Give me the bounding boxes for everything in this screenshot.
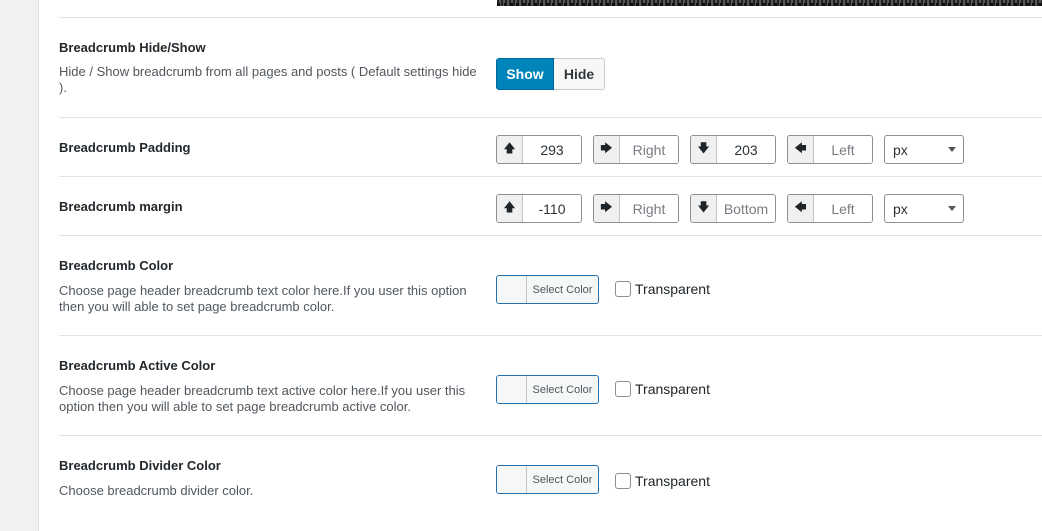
padding-bottom-input[interactable] [717, 136, 775, 163]
arrow-up-icon: 🡅 [497, 136, 523, 163]
margin-left-input-group: 🡄 [787, 194, 873, 223]
breadcrumb-color-row: Breadcrumb Color Choose page header brea… [59, 235, 1042, 335]
hide-show-title: Breadcrumb Hide/Show [59, 40, 206, 55]
arrow-up-icon: 🡅 [497, 195, 523, 222]
color-select-button[interactable]: Select Color [496, 275, 599, 304]
margin-left-input[interactable] [814, 195, 872, 222]
divider-color-select-button[interactable]: Select Color [496, 465, 599, 494]
color-select-label: Select Color [532, 283, 593, 296]
margin-top-input[interactable] [523, 195, 581, 222]
padding-top-input-group: 🡅 [496, 135, 582, 164]
hide-button[interactable]: Hide [554, 58, 605, 90]
active-color-swatch [497, 376, 527, 403]
margin-right-input[interactable] [620, 195, 678, 222]
color-transparent-checkbox[interactable] [615, 281, 631, 297]
chevron-down-icon [948, 206, 956, 211]
color-description: Choose page header breadcrumb text color… [59, 283, 467, 314]
arrow-right-icon: 🡆 [594, 195, 620, 222]
padding-left-input[interactable] [814, 136, 872, 163]
divider-color-swatch [497, 466, 527, 493]
arrow-down-icon: 🡇 [691, 195, 717, 222]
margin-unit-value: px [893, 200, 908, 217]
active-color-select-button[interactable]: Select Color [496, 375, 599, 404]
breadcrumb-margin-row: Breadcrumb margin 🡅 🡆 🡇 🡄 px [59, 176, 1042, 235]
active-color-title: Breadcrumb Active Color [59, 358, 216, 373]
divider-color-transparent-label: Transparent [635, 473, 710, 489]
color-swatch [497, 276, 527, 303]
arrow-down-icon: 🡇 [691, 136, 717, 163]
color-transparent-label: Transparent [635, 281, 710, 297]
margin-right-input-group: 🡆 [593, 194, 679, 223]
active-color-transparent-label: Transparent [635, 381, 710, 397]
margin-title: Breadcrumb margin [59, 199, 183, 214]
breadcrumb-active-color-row: Breadcrumb Active Color Choose page head… [59, 335, 1042, 435]
hide-show-toggle: Show Hide [496, 58, 605, 90]
admin-left-rail [0, 0, 39, 531]
active-color-select-label: Select Color [532, 383, 593, 396]
color-transparent-option[interactable]: Transparent [615, 281, 710, 297]
active-color-transparent-option[interactable]: Transparent [615, 381, 710, 397]
margin-bottom-input-group: 🡇 [690, 194, 776, 223]
arrow-right-icon: 🡆 [594, 136, 620, 163]
breadcrumb-hide-show-row: Breadcrumb Hide/Show Hide / Show breadcr… [59, 17, 1042, 117]
hide-show-description: Hide / Show breadcrumb from all pages an… [59, 64, 477, 95]
padding-right-input-group: 🡆 [593, 135, 679, 164]
margin-top-input-group: 🡅 [496, 194, 582, 223]
margin-bottom-input[interactable] [717, 195, 775, 222]
breadcrumb-divider-color-row: Breadcrumb Divider Color Choose breadcru… [59, 435, 1042, 531]
active-color-description: Choose page header breadcrumb text activ… [59, 383, 466, 414]
divider-color-transparent-checkbox[interactable] [615, 473, 631, 489]
arrow-left-icon: 🡄 [788, 195, 814, 222]
margin-unit-select[interactable]: px [884, 194, 964, 223]
padding-left-input-group: 🡄 [787, 135, 873, 164]
previous-field-edge [497, 0, 1042, 6]
padding-title: Breadcrumb Padding [59, 140, 191, 155]
divider-color-title: Breadcrumb Divider Color [59, 458, 221, 473]
padding-bottom-input-group: 🡇 [690, 135, 776, 164]
active-color-transparent-checkbox[interactable] [615, 381, 631, 397]
divider-color-transparent-option[interactable]: Transparent [615, 473, 710, 489]
show-button[interactable]: Show [496, 58, 554, 90]
padding-top-input[interactable] [523, 136, 581, 163]
divider-color-select-label: Select Color [532, 473, 593, 486]
arrow-left-icon: 🡄 [788, 136, 814, 163]
breadcrumb-padding-row: Breadcrumb Padding 🡅 🡆 🡇 🡄 px [59, 117, 1042, 176]
padding-unit-value: px [893, 141, 908, 158]
padding-right-input[interactable] [620, 136, 678, 163]
color-title: Breadcrumb Color [59, 258, 174, 273]
chevron-down-icon [948, 147, 956, 152]
padding-unit-select[interactable]: px [884, 135, 964, 164]
divider-color-description: Choose breadcrumb divider color. [59, 483, 254, 498]
